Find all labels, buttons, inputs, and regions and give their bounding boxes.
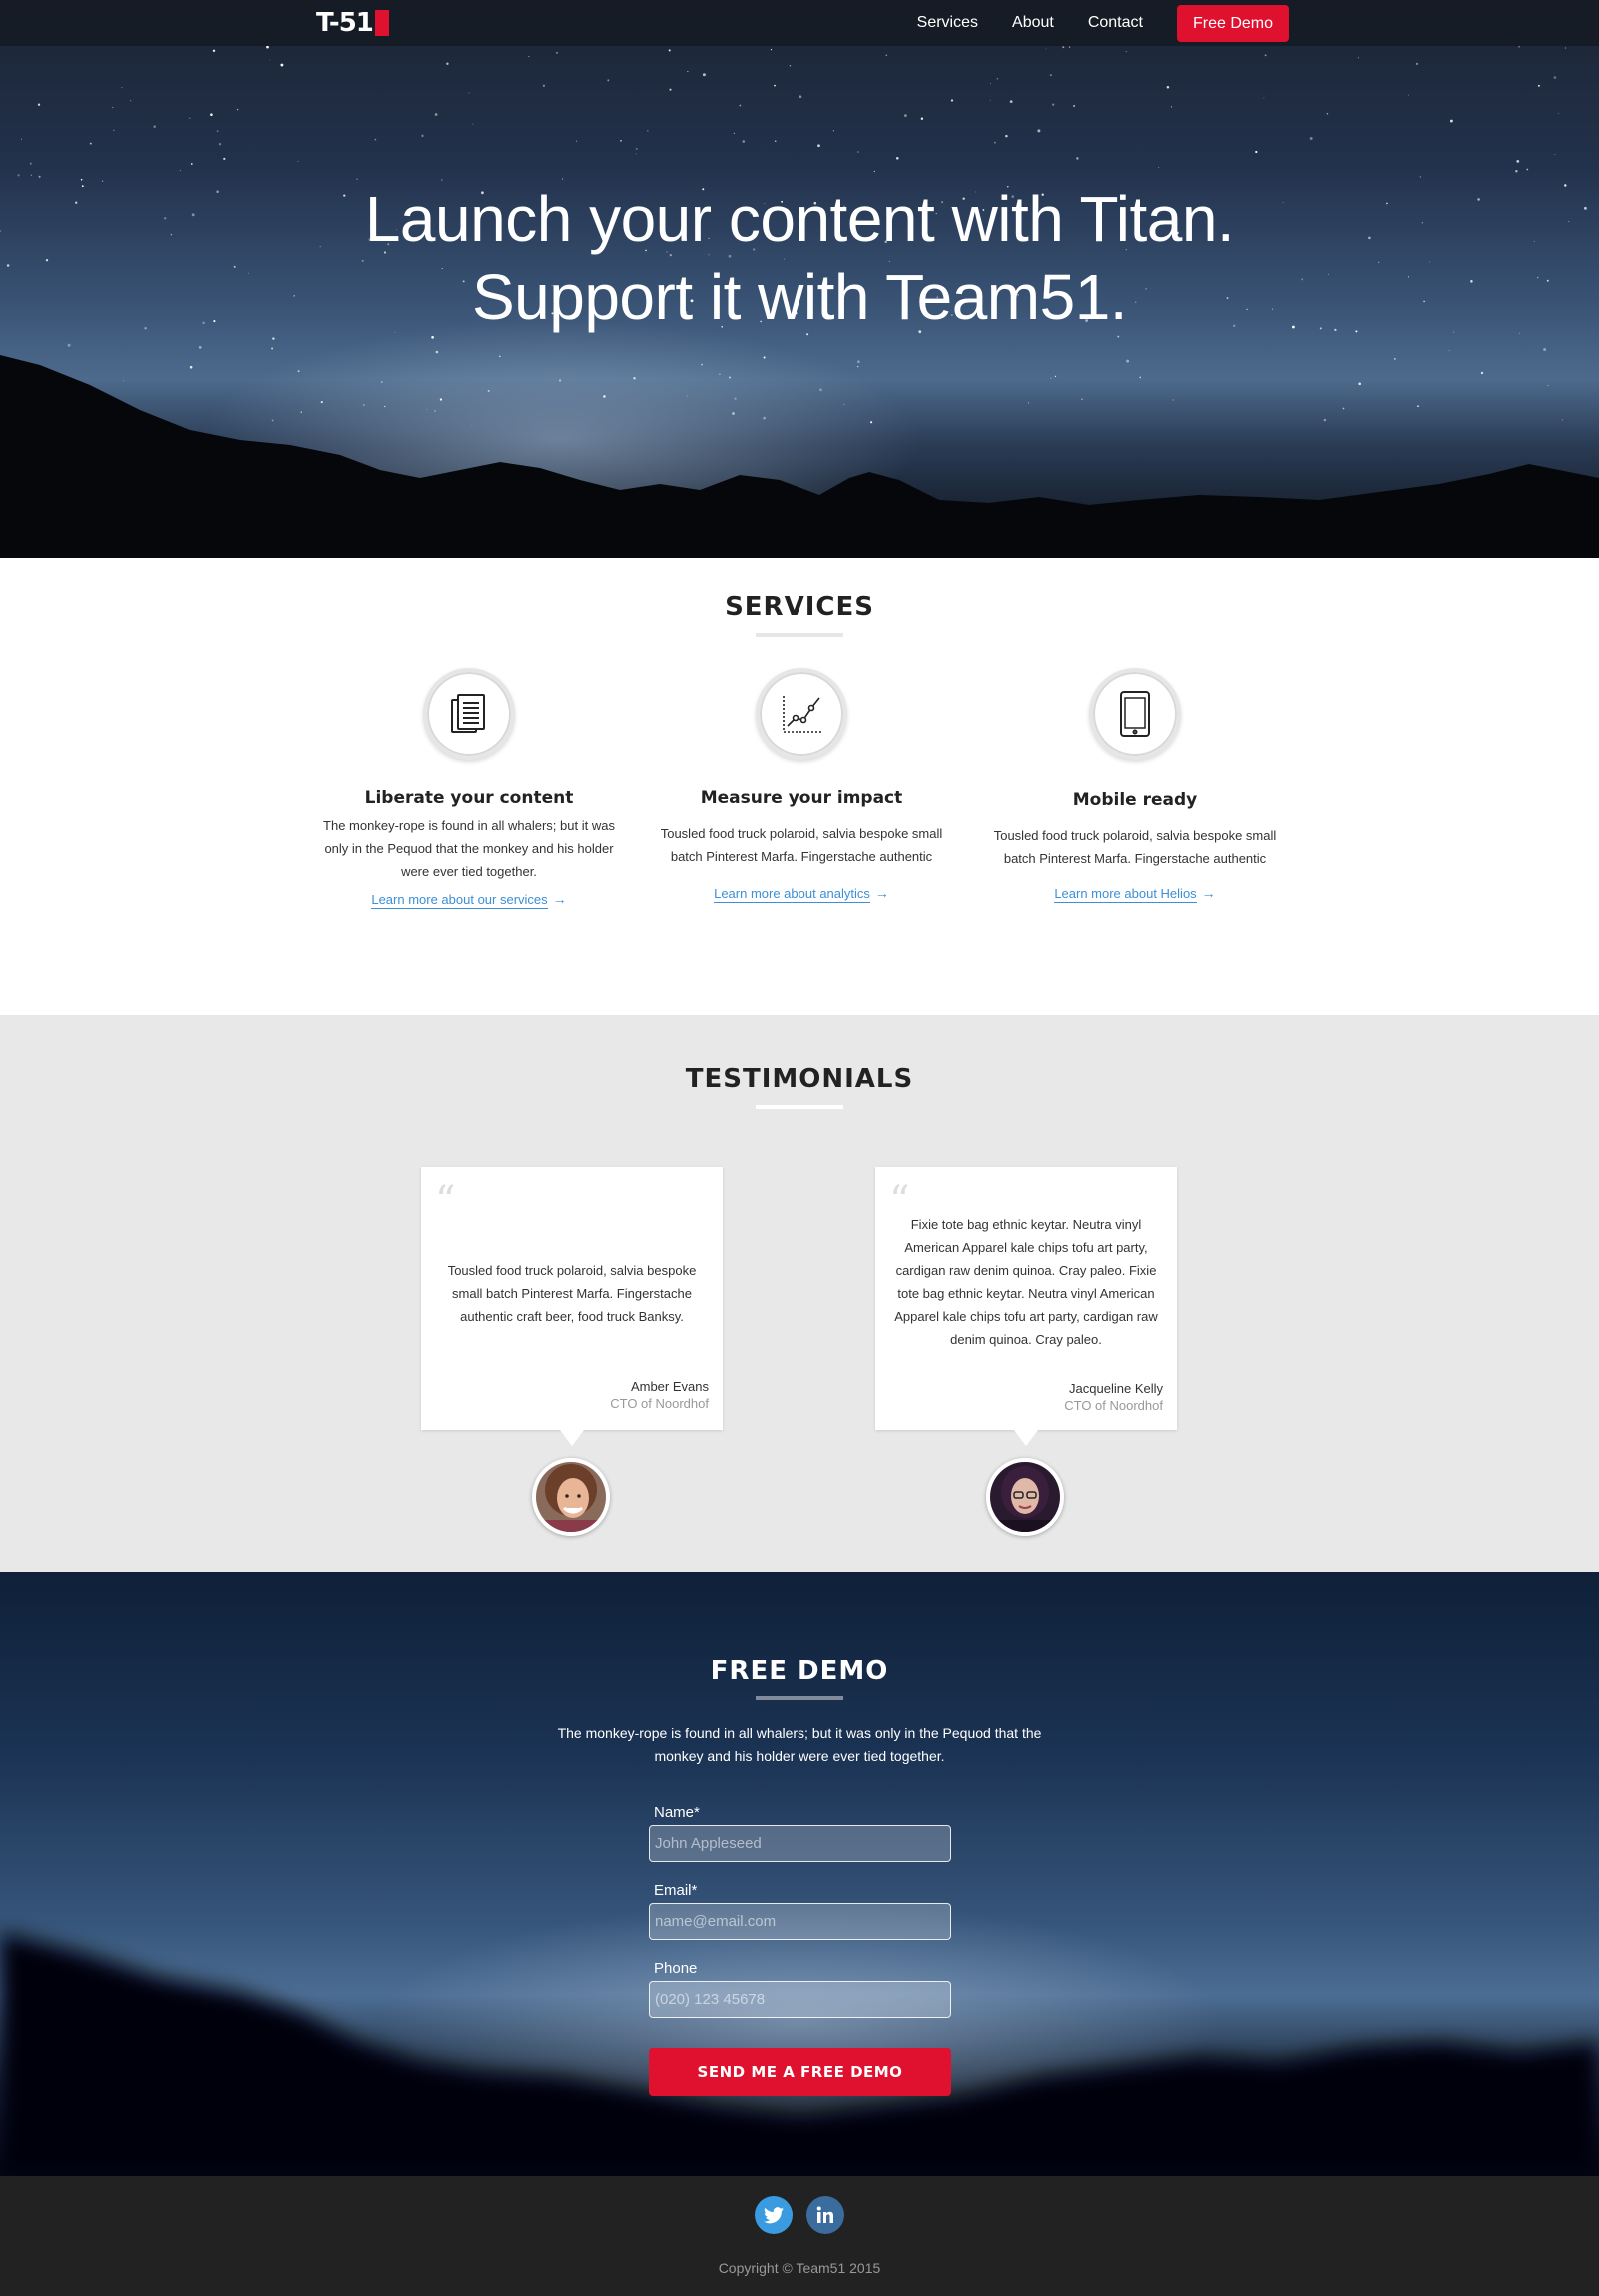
email-field[interactable] bbox=[649, 1903, 951, 1940]
services-learn-more-link[interactable]: Learn more about our services bbox=[371, 891, 548, 909]
phone-field[interactable] bbox=[649, 1981, 951, 2018]
chart-icon bbox=[756, 668, 847, 760]
avatar bbox=[986, 1458, 1064, 1536]
tablet-icon bbox=[1089, 668, 1181, 760]
logo-red-block bbox=[374, 10, 389, 36]
testimonials-title-rule bbox=[756, 1105, 843, 1109]
testimonial-name: Amber Evans bbox=[630, 1379, 709, 1394]
testimonial-card-amber: “ Tousled food truck polaroid, salvia be… bbox=[421, 1167, 723, 1446]
send-free-demo-button[interactable]: SEND ME A FREE DEMO bbox=[649, 2048, 951, 2096]
phone-label: Phone bbox=[654, 1960, 698, 1977]
testimonial-role: CTO of Noordhof bbox=[610, 1396, 709, 1411]
free-demo-section: FREE DEMO The monkey-rope is found in al… bbox=[0, 1572, 1599, 2176]
arrow-right-icon: → bbox=[1201, 885, 1216, 901]
hero-line-1: Launch your content with Titan. bbox=[364, 183, 1235, 255]
services-title: SERVICES bbox=[725, 592, 874, 622]
service-card-mobile: Mobile ready Tousled food truck polaroid… bbox=[985, 668, 1285, 903]
nav-links: Services About Contact Free Demo bbox=[883, 0, 1289, 46]
twitter-icon[interactable] bbox=[755, 2196, 793, 2234]
testimonial-name: Jacqueline Kelly bbox=[1069, 1381, 1163, 1396]
arrow-right-icon: → bbox=[552, 891, 567, 907]
avatar bbox=[532, 1458, 610, 1536]
documents-icon bbox=[423, 668, 515, 760]
hero: Launch your content with Titan. Support … bbox=[0, 0, 1599, 558]
free-demo-title-rule bbox=[756, 1696, 843, 1700]
free-demo-button[interactable]: Free Demo bbox=[1176, 4, 1289, 42]
analytics-learn-more-link[interactable]: Learn more about analytics bbox=[714, 885, 870, 903]
testimonials-title: TESTIMONIALS bbox=[685, 1064, 914, 1094]
testimonial-card-jacqueline: “ Fixie tote bag ethnic keytar. Neutra v… bbox=[875, 1167, 1177, 1446]
arrow-right-icon: → bbox=[874, 885, 889, 901]
helios-learn-more-link[interactable]: Learn more about Helios bbox=[1054, 885, 1197, 903]
service-title-mobile: Mobile ready bbox=[1072, 790, 1198, 810]
service-card-impact: Measure your impact Tousled food truck p… bbox=[652, 668, 951, 903]
services-title-rule bbox=[756, 633, 843, 637]
logo-text: T-51 bbox=[316, 8, 374, 38]
logo[interactable]: T-51 bbox=[316, 9, 389, 37]
card-pointer bbox=[1014, 1430, 1038, 1446]
card-pointer bbox=[560, 1430, 584, 1446]
copyright-text: Copyright © Team51 2015 bbox=[718, 2260, 881, 2276]
linkedin-icon[interactable] bbox=[806, 2196, 844, 2234]
hero-line-2: Support it with Team51. bbox=[471, 261, 1128, 333]
nav-link-contact[interactable]: Contact bbox=[1088, 14, 1143, 32]
footer: Copyright © Team51 2015 bbox=[0, 2176, 1599, 2296]
quote-mark-icon: “ bbox=[435, 1178, 456, 1224]
testimonial-quote: Fixie tote bag ethnic keytar. Neutra vin… bbox=[894, 1217, 1158, 1347]
testimonials-section: TESTIMONIALS “ Tousled food truck polaro… bbox=[0, 1015, 1599, 1572]
services-section: SERVICES Liberate your content The monke… bbox=[0, 558, 1599, 1015]
service-card-content: Liberate your content The monkey-rope is… bbox=[319, 668, 619, 909]
testimonial-quote: Tousled food truck polaroid, salvia besp… bbox=[447, 1263, 697, 1324]
testimonial-role: CTO of Noordhof bbox=[1064, 1398, 1163, 1413]
service-text-impact: Tousled food truck polaroid, salvia besp… bbox=[660, 826, 943, 864]
service-text-content: The monkey-rope is found in all whalers;… bbox=[323, 818, 615, 879]
free-demo-subtitle: The monkey-rope is found in all whalers;… bbox=[557, 1725, 1042, 1764]
service-title-impact: Measure your impact bbox=[700, 788, 903, 808]
nav-link-services[interactable]: Services bbox=[917, 14, 978, 32]
service-title-content: Liberate your content bbox=[364, 788, 574, 808]
name-label: Name* bbox=[654, 1804, 700, 1821]
name-field[interactable] bbox=[649, 1825, 951, 1862]
nav-link-about[interactable]: About bbox=[1012, 14, 1054, 32]
hero-headline: Launch your content with Titan. Support … bbox=[0, 180, 1599, 336]
email-label: Email* bbox=[654, 1882, 698, 1899]
free-demo-title: FREE DEMO bbox=[710, 1656, 889, 1686]
service-text-mobile: Tousled food truck polaroid, salvia besp… bbox=[993, 828, 1277, 866]
top-navbar: T-51 Services About Contact Free Demo bbox=[0, 0, 1599, 46]
